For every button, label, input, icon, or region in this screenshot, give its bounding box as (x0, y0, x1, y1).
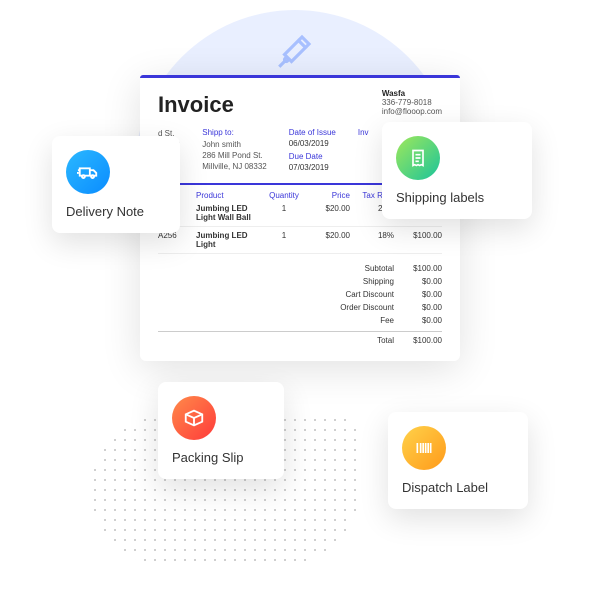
barcode-icon (402, 426, 446, 470)
tile-packing-slip[interactable]: Packing Slip (158, 382, 284, 479)
tile-label: Packing Slip (172, 450, 270, 465)
table-row: A256 Jumbing LED Light 1 $20.00 18% $100… (158, 227, 442, 254)
invoice-number: Inv (358, 128, 369, 173)
company-block: Wasfa 336-779-8018 info@flooop.com (382, 89, 442, 116)
box-icon (172, 396, 216, 440)
tile-shipping-labels[interactable]: Shipping labels (382, 122, 532, 219)
receipt-icon (396, 136, 440, 180)
tile-label: Dispatch Label (402, 480, 514, 495)
tile-dispatch-label[interactable]: Dispatch Label (388, 412, 528, 509)
ship-to: Shipp to: John smith 286 Mill Pond St. M… (202, 128, 266, 173)
tools-icon (274, 30, 316, 77)
tile-delivery-note[interactable]: Delivery Note (52, 136, 180, 233)
tile-label: Shipping labels (396, 190, 518, 205)
truck-icon (66, 150, 110, 194)
tile-label: Delivery Note (66, 204, 166, 219)
date-of-issue: Date of Issue 06/03/2019 Due Date 07/03/… (289, 128, 336, 173)
totals-block: Subtotal$100.00 Shipping$0.00 Cart Disco… (158, 262, 442, 347)
